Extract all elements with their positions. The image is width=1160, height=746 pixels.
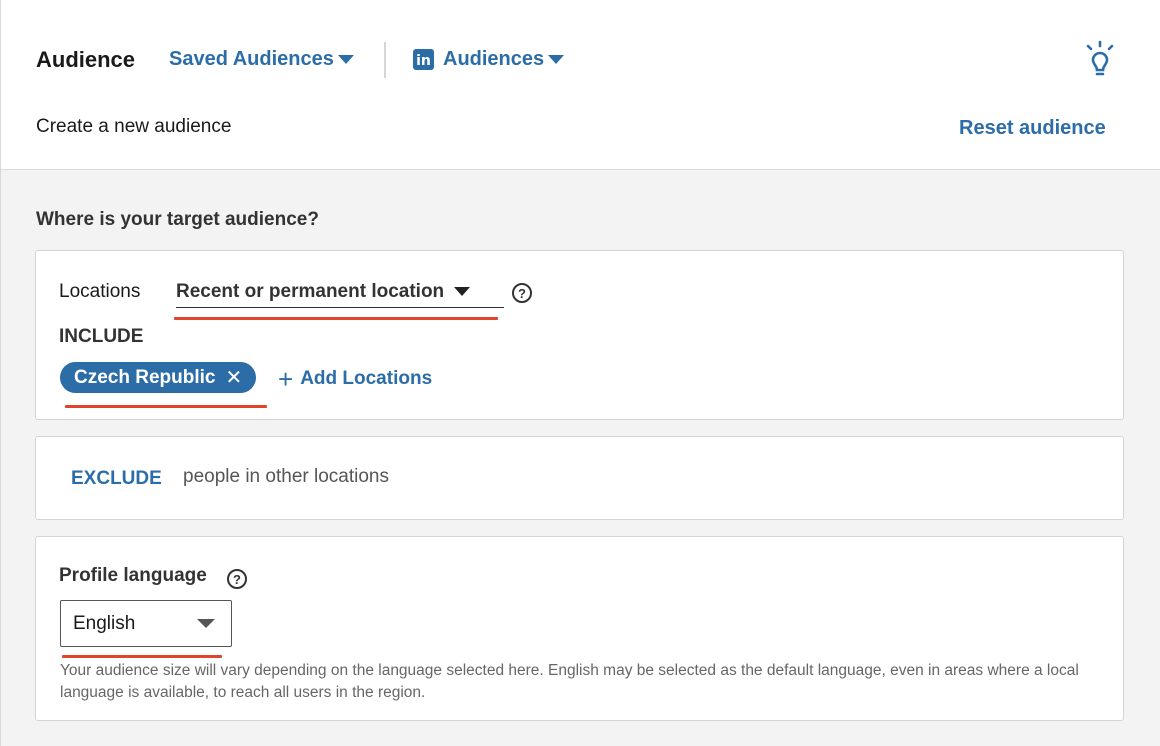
location-type-value: Recent or permanent location: [176, 280, 445, 302]
language-value: English: [73, 612, 136, 634]
locations-card: Locations Recent or permanent location ?…: [35, 250, 1124, 420]
language-select[interactable]: English: [60, 600, 232, 647]
exclude-button[interactable]: EXCLUDE: [71, 468, 162, 490]
caret-down-icon: [548, 55, 565, 64]
caret-down-icon: [454, 287, 471, 296]
location-type-dropdown[interactable]: Recent or permanent location: [176, 276, 504, 308]
reset-audience-link[interactable]: Reset audience: [959, 117, 1106, 140]
include-label: INCLUDE: [59, 326, 144, 347]
annotation-underline: [65, 405, 267, 408]
saved-audiences-dropdown[interactable]: Saved Audiences: [169, 48, 354, 71]
audiences-label: Audiences: [443, 48, 545, 70]
targeting-content: Where is your target audience? Locations…: [1, 170, 1160, 746]
add-locations-button[interactable]: + Add Locations: [278, 366, 432, 392]
annotation-underline: [62, 655, 222, 658]
exclude-card: EXCLUDE people in other locations: [35, 436, 1124, 520]
linkedin-icon: in: [413, 49, 434, 70]
create-audience-subtitle: Create a new audience: [36, 116, 232, 137]
add-locations-label: Add Locations: [300, 368, 433, 389]
language-note: Your audience size will vary depending o…: [60, 662, 1079, 701]
audience-panel: Audience Saved Audiences in Audiences Cr…: [0, 0, 1160, 746]
page-title: Audience: [36, 47, 136, 72]
locations-label: Locations: [59, 281, 141, 302]
saved-audiences-label: Saved Audiences: [169, 48, 334, 70]
plus-icon: +: [278, 364, 294, 394]
profile-language-card: Profile language ? English Your audience…: [35, 536, 1124, 721]
audiences-dropdown[interactable]: in Audiences: [413, 48, 565, 71]
help-icon[interactable]: ?: [512, 283, 532, 303]
audience-header: Audience Saved Audiences in Audiences Cr…: [1, 0, 1160, 170]
location-chip-label: Czech Republic: [74, 366, 216, 388]
lightbulb-icon[interactable]: [1083, 40, 1117, 80]
close-icon[interactable]: ✕: [225, 365, 242, 390]
profile-language-label: Profile language: [59, 565, 207, 586]
header-divider: [384, 42, 386, 78]
annotation-underline: [174, 317, 498, 320]
section-heading: Where is your target audience?: [36, 209, 319, 230]
location-chip: Czech Republic ✕: [60, 362, 257, 393]
caret-down-icon: [337, 55, 354, 64]
exclude-description: people in other locations: [183, 466, 389, 487]
caret-down-icon: [197, 619, 215, 628]
help-icon[interactable]: ?: [227, 569, 247, 589]
